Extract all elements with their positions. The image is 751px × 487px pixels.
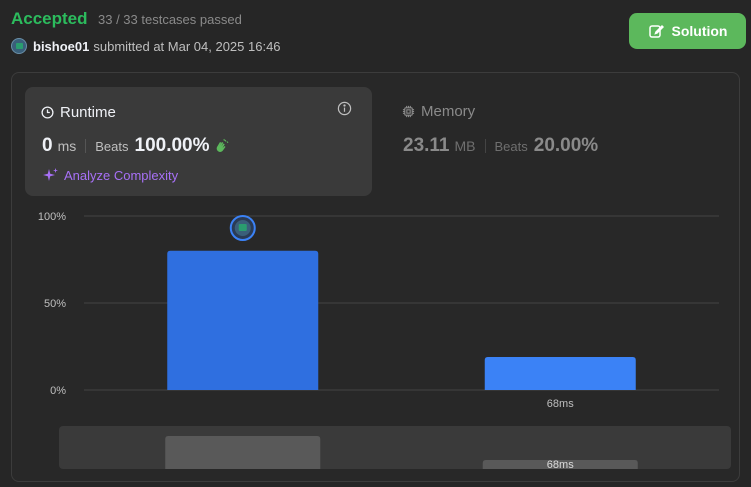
memory-unit: MB <box>454 138 476 154</box>
solution-button[interactable]: Solution <box>629 13 746 49</box>
memory-header[interactable]: Memory <box>402 103 475 120</box>
memory-metrics[interactable]: 23.11 MB Beats 20.00% <box>403 135 598 157</box>
runtime-value: 0 <box>42 135 53 156</box>
memory-beats-label: Beats <box>494 139 528 154</box>
analyze-complexity-link[interactable]: Analyze Complexity <box>43 167 178 183</box>
avatar[interactable] <box>11 38 27 54</box>
runtime-beats-value: 100.00% <box>134 135 210 156</box>
sparkle-icon <box>43 168 58 181</box>
chip-icon <box>402 105 415 118</box>
runtime-metrics: 0 ms Beats 100.00% <box>42 135 230 157</box>
edit-icon <box>648 24 664 38</box>
solution-label: Solution <box>671 23 728 39</box>
clock-icon <box>41 106 54 119</box>
username-link[interactable]: bishoe01 <box>33 39 89 54</box>
runtime-unit: ms <box>57 138 77 154</box>
divider <box>85 139 87 153</box>
analyze-label: Analyze Complexity <box>64 167 179 183</box>
divider <box>484 139 486 153</box>
submitter-row: bishoe01 submitted at Mar 04, 2025 16:46 <box>11 38 281 54</box>
info-icon[interactable] <box>337 101 352 116</box>
clap-icon <box>216 138 228 152</box>
submitted-timestamp: submitted at Mar 04, 2025 16:46 <box>93 38 281 54</box>
memory-title: Memory <box>421 103 476 120</box>
testcases-count: 33 / 33 testcases passed <box>98 12 242 27</box>
runtime-beats-label: Beats <box>95 139 129 154</box>
runtime-header: Runtime <box>41 104 116 121</box>
memory-value: 23.11 <box>403 135 450 156</box>
memory-beats-value: 20.00% <box>533 135 599 156</box>
runtime-title: Runtime <box>60 104 116 121</box>
status-title: Accepted <box>11 9 88 28</box>
runtime-card[interactable]: Runtime 0 ms Beats 100.00% Analyze Compl… <box>25 87 372 196</box>
